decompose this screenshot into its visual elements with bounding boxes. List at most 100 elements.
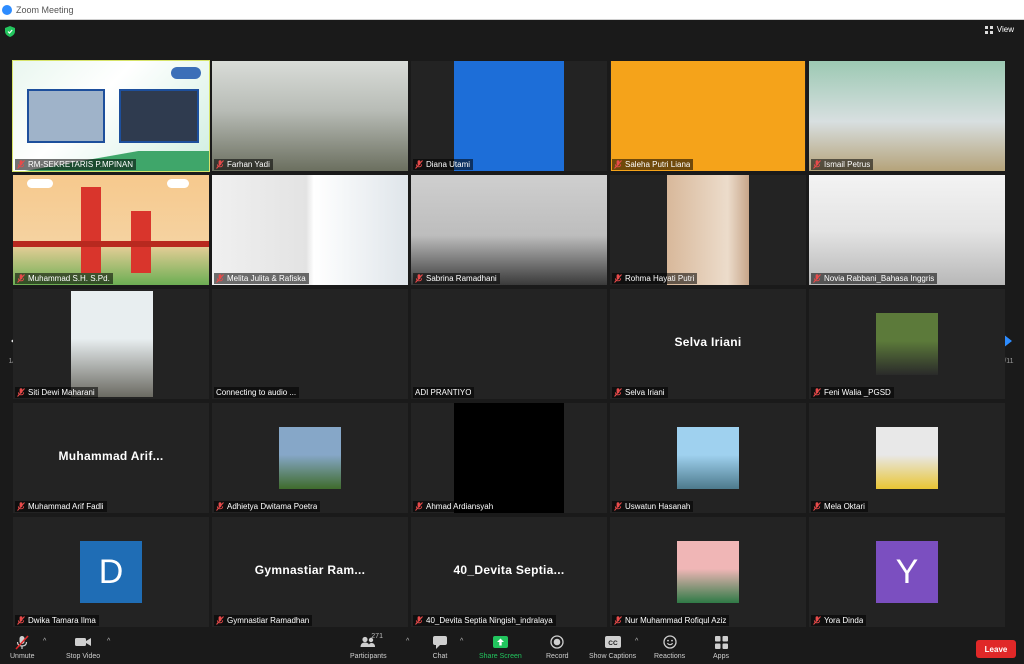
slide-panel-left — [27, 89, 105, 143]
participant-tile[interactable]: Uswatun Hasanah — [610, 403, 806, 513]
microphone-muted-icon — [614, 160, 622, 169]
participants-label: Participants — [350, 653, 387, 660]
logo-icon — [171, 67, 201, 79]
participant-name: RM-SEKRETARIS P.MPINAN — [28, 160, 134, 169]
participant-name: Connecting to audio ... — [216, 388, 297, 397]
participant-tile[interactable]: Novia Rabbani_Bahasa Inggris — [809, 175, 1005, 285]
chat-button[interactable]: Chat — [431, 634, 449, 660]
participant-video — [212, 175, 408, 285]
participant-name-bar: Yora Dinda — [811, 615, 867, 626]
participant-display-name: 40_Devita Septia... — [453, 563, 565, 577]
audio-options-caret[interactable]: ^ — [43, 638, 46, 645]
microphone-muted-icon — [614, 616, 622, 625]
participant-name-bar: Muhammad Arif Fadli — [15, 501, 107, 512]
participant-tile[interactable]: D Dwika Tamara Ilma — [13, 517, 209, 627]
participant-name-bar: Uswatun Hasanah — [612, 501, 694, 512]
participant-name-bar: Novia Rabbani_Bahasa Inggris — [811, 273, 938, 284]
participant-tile[interactable]: Siti Dewi Maharani — [13, 289, 209, 399]
microphone-muted-icon — [813, 388, 821, 397]
stop-video-button[interactable]: Stop Video — [66, 634, 100, 660]
participant-name: Ismail Petrus — [824, 160, 871, 169]
participant-name: Novia Rabbani_Bahasa Inggris — [824, 274, 935, 283]
profile-photo — [677, 541, 739, 603]
view-button[interactable]: View — [984, 25, 1014, 34]
participant-name: Muhammad Arif Fadli — [28, 502, 104, 511]
bridge-tower-left — [81, 187, 101, 273]
participant-name: Sabrina Ramadhani — [426, 274, 497, 283]
participants-options-caret[interactable]: ^ — [406, 638, 409, 645]
participant-name-bar: Saleha Putri Liana — [612, 159, 694, 170]
shield-icon[interactable] — [5, 26, 15, 37]
participant-name: Rohma Hayati Putri — [625, 274, 695, 283]
microphone-muted-icon — [614, 274, 622, 283]
microphone-muted-icon — [17, 160, 25, 169]
participant-name-bar: Feni Walia _PGSD — [811, 387, 894, 398]
record-button[interactable]: Record — [546, 634, 569, 660]
participant-name: 40_Devita Septia Ningish_indralaya — [426, 616, 553, 625]
participant-name-bar: Mela Oktari — [811, 501, 868, 512]
participant-tile[interactable]: Adhietya Dwitama Poetra — [212, 403, 408, 513]
participant-tile[interactable]: Gymnastiar Ram... Gymnastiar Ramadhan — [212, 517, 408, 627]
participant-tile[interactable]: Selva Iriani Selva Iriani — [610, 289, 806, 399]
reactions-button[interactable]: Reactions — [654, 634, 685, 660]
participant-tile[interactable]: Feni Walia _PGSD — [809, 289, 1005, 399]
participant-name-bar: Farhan Yadi — [214, 159, 273, 170]
participant-tile[interactable]: Farhan Yadi — [212, 61, 408, 171]
participant-name-bar: Sabrina Ramadhani — [413, 273, 500, 284]
participant-tile[interactable]: Muhammad S.H. S.Pd. — [13, 175, 209, 285]
show-captions-label: Show Captions — [589, 653, 637, 660]
participant-tile[interactable]: Rohma Hayati Putri — [610, 175, 806, 285]
microphone-muted-icon — [17, 388, 25, 397]
participant-video — [610, 61, 806, 171]
participant-video — [809, 175, 1005, 285]
avatar-initial: D — [80, 541, 142, 603]
participant-name: Selva Iriani — [625, 388, 665, 397]
participant-display-name: Gymnastiar Ram... — [254, 563, 366, 577]
share-screen-button[interactable]: Share Screen — [479, 634, 522, 660]
participant-tile[interactable]: Nur Muhammad Rofiqul Aziz — [610, 517, 806, 627]
microphone-muted-icon — [813, 274, 821, 283]
participants-button[interactable]: 271 Participants — [350, 633, 387, 660]
apps-button[interactable]: Apps — [712, 634, 730, 660]
participant-name-bar: RM-SEKRETARIS P.MPINAN — [15, 159, 137, 170]
grid-view-icon — [984, 25, 993, 34]
reaction-smiley-icon — [661, 634, 679, 650]
participant-name-bar: Diana Utami — [413, 159, 474, 170]
participant-tile[interactable]: Y Yora Dinda — [809, 517, 1005, 627]
participant-tile[interactable]: ADI PRANTIYO — [411, 289, 607, 399]
participant-tile[interactable]: Mela Oktari — [809, 403, 1005, 513]
microphone-muted-icon — [614, 502, 622, 511]
participant-display-name: Muhammad Arif... — [58, 449, 164, 463]
participant-name-bar: Gymnastiar Ramadhan — [214, 615, 313, 626]
leave-meeting-button[interactable]: Leave — [976, 640, 1016, 658]
participant-tile[interactable]: 40_Devita Septia... 40_Devita Septia Ning… — [411, 517, 607, 627]
profile-photo — [876, 427, 938, 489]
captions-options-caret[interactable]: ^ — [635, 638, 638, 645]
participant-tile[interactable]: Ahmad Ardiansyah — [411, 403, 607, 513]
chat-options-caret[interactable]: ^ — [460, 638, 463, 645]
participant-tile[interactable]: Diana Utami — [411, 61, 607, 171]
share-screen-icon — [491, 634, 509, 650]
participant-name: Mela Oktari — [824, 502, 865, 511]
profile-photo — [677, 427, 739, 489]
participant-tile[interactable]: Saleha Putri Liana — [610, 61, 806, 171]
participant-name: Adhietya Dwitama Poetra — [227, 502, 318, 511]
participant-tile[interactable]: Melita Julita & Rafiska — [212, 175, 408, 285]
participant-tile[interactable]: Sabrina Ramadhani — [411, 175, 607, 285]
participant-video — [610, 175, 806, 285]
participant-tile[interactable]: Muhammad Arif... Muhammad Arif Fadli — [13, 403, 209, 513]
video-options-caret[interactable]: ^ — [107, 638, 110, 645]
participant-tile[interactable]: Ismail Petrus — [809, 61, 1005, 171]
participant-tile[interactable]: RM-SEKRETARIS P.MPINAN — [12, 60, 210, 172]
participant-video — [212, 61, 408, 171]
unmute-label: Unmute — [10, 653, 35, 660]
stop-video-label: Stop Video — [66, 653, 101, 660]
unmute-button[interactable]: Unmute — [10, 634, 35, 660]
share-screen-label: Share Screen — [479, 653, 522, 660]
microphone-muted-icon — [216, 160, 224, 169]
view-label: View — [996, 25, 1014, 34]
participant-name-bar: Dwika Tamara Ilma — [15, 615, 99, 626]
participant-tile[interactable]: Connecting to audio ... — [212, 289, 408, 399]
microphone-muted-icon — [813, 160, 821, 169]
show-captions-button[interactable]: CC Show Captions — [589, 634, 636, 660]
